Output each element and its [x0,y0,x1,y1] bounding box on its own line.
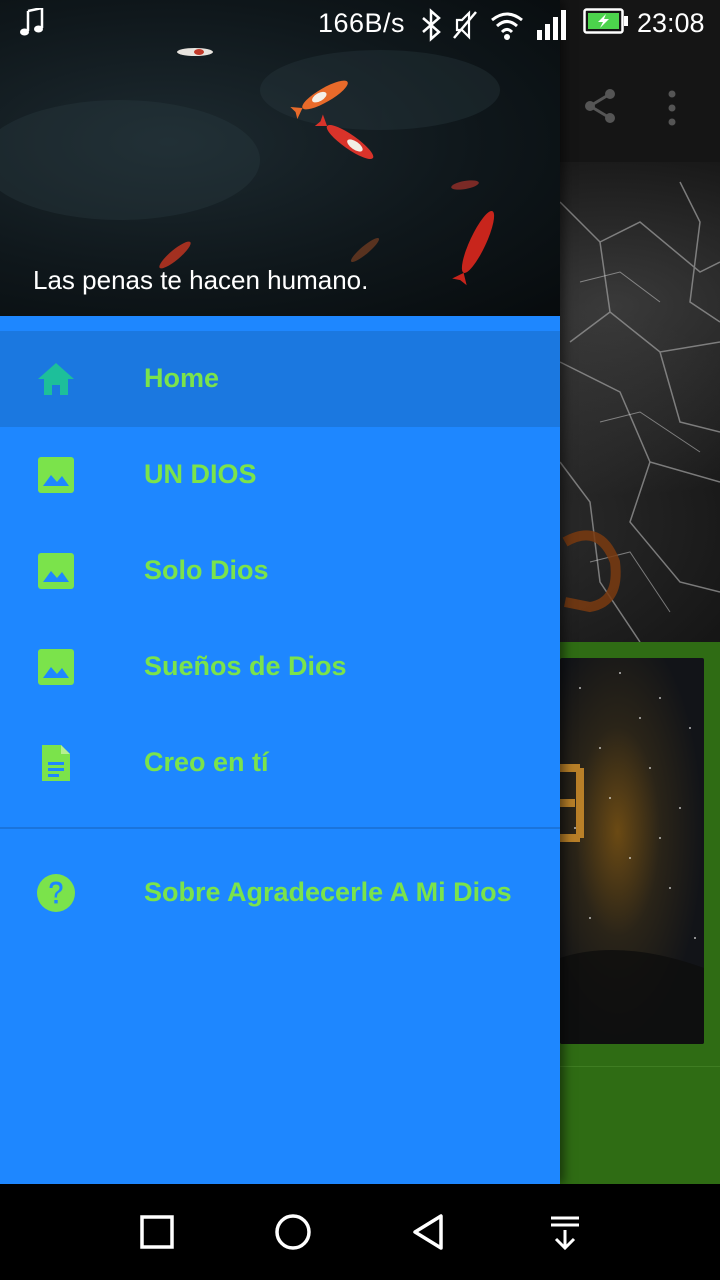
bluetooth-icon [422,8,441,42]
background-divider [560,1066,720,1067]
drawer-item-sobre-agradecerle[interactable]: Sobre Agradecerle A Mi Dios [0,845,560,941]
home-icon [38,363,74,395]
more-vert-icon[interactable] [664,88,680,128]
clock: 23:08 [637,8,705,38]
drawer-item-label: UN DIOS [144,459,257,489]
network-speed: 166B/s [318,8,406,38]
signal-icon [537,10,566,40]
home-circle-icon[interactable] [273,1212,313,1252]
image-icon [38,457,74,493]
drawer-item-solo-dios[interactable]: Solo Dios [0,523,560,619]
recents-square-icon[interactable] [137,1212,177,1252]
back-triangle-icon[interactable] [409,1212,449,1252]
image-icon [38,553,74,589]
drawer-item-home[interactable]: Home [0,331,560,427]
drawer-item-label: Solo Dios [144,555,269,585]
document-icon [42,745,70,781]
background-card-image[interactable] [560,658,704,1044]
drawer-item-label: Creo en tí [144,747,269,777]
image-icon [38,649,74,685]
system-navigation-bar [0,1184,720,1280]
notifications-pulldown-icon[interactable] [545,1212,585,1252]
share-icon[interactable] [580,86,620,126]
drawer-item-label: Home [144,363,220,393]
drawer-item-label: Sueños de Dios [144,651,347,681]
drawer-item-suenos-de-dios[interactable]: Sueños de Dios [0,619,560,715]
drawer-item-label: Sobre Agradecerle A Mi Dios [144,877,512,907]
drawer-item-un-dios[interactable]: UN DIOS [0,427,560,523]
battery-charging-icon [583,8,628,34]
drawer-divider [0,827,560,829]
navigation-drawer: Las penas te hacen humano. Home UN DIOS … [0,0,560,1184]
mute-icon [453,10,477,40]
status-bar: 166B/s 23:08 [0,0,720,50]
wifi-icon [491,12,523,40]
header-quote: Las penas te hacen humano. [33,265,369,295]
music-note-icon [20,8,44,36]
help-icon [37,874,75,912]
drawer-item-creo-en-ti[interactable]: Creo en tí [0,715,560,811]
